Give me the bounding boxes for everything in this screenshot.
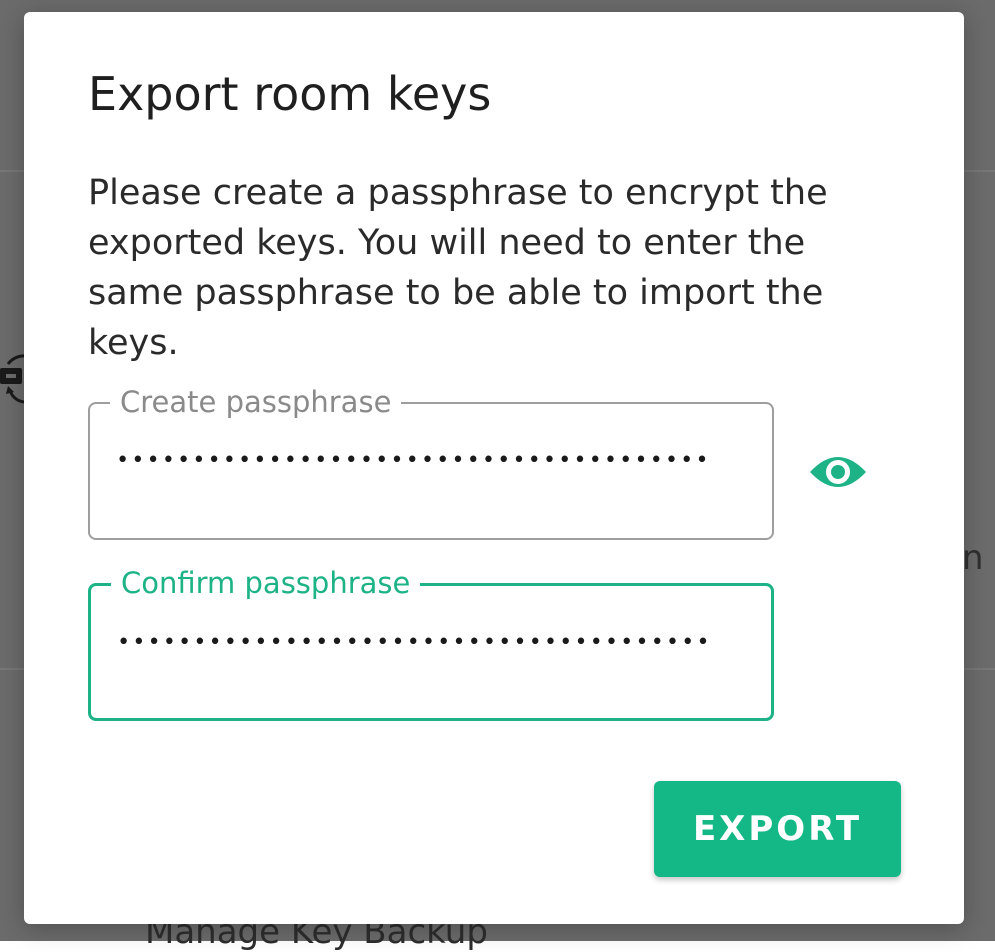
create-passphrase-input[interactable]: •••••••••••••••••••••••••••••••••••••••	[116, 448, 748, 498]
create-passphrase-field[interactable]: Create passphrase ••••••••••••••••••••••…	[88, 382, 774, 540]
export-keys-dialog: Export room keys Please create a passphr…	[24, 12, 964, 924]
export-button-label: EXPORT	[692, 809, 863, 849]
confirm-passphrase-input[interactable]: •••••••••••••••••••••••••••••••••••••••	[117, 630, 749, 680]
toggle-visibility-button[interactable]	[804, 442, 872, 502]
dialog-message: Please create a passphrase to encrypt th…	[88, 173, 828, 363]
export-button[interactable]: EXPORT	[654, 781, 901, 877]
background-setting-text: n	[962, 538, 984, 578]
dialog-title: Export room keys	[88, 67, 492, 121]
eye-icon	[810, 457, 866, 487]
confirm-passphrase-field[interactable]: Confirm passphrase •••••••••••••••••••••…	[88, 563, 774, 721]
confirm-passphrase-label: Confirm passphrase	[111, 563, 421, 603]
create-passphrase-label: Create passphrase	[110, 382, 402, 422]
